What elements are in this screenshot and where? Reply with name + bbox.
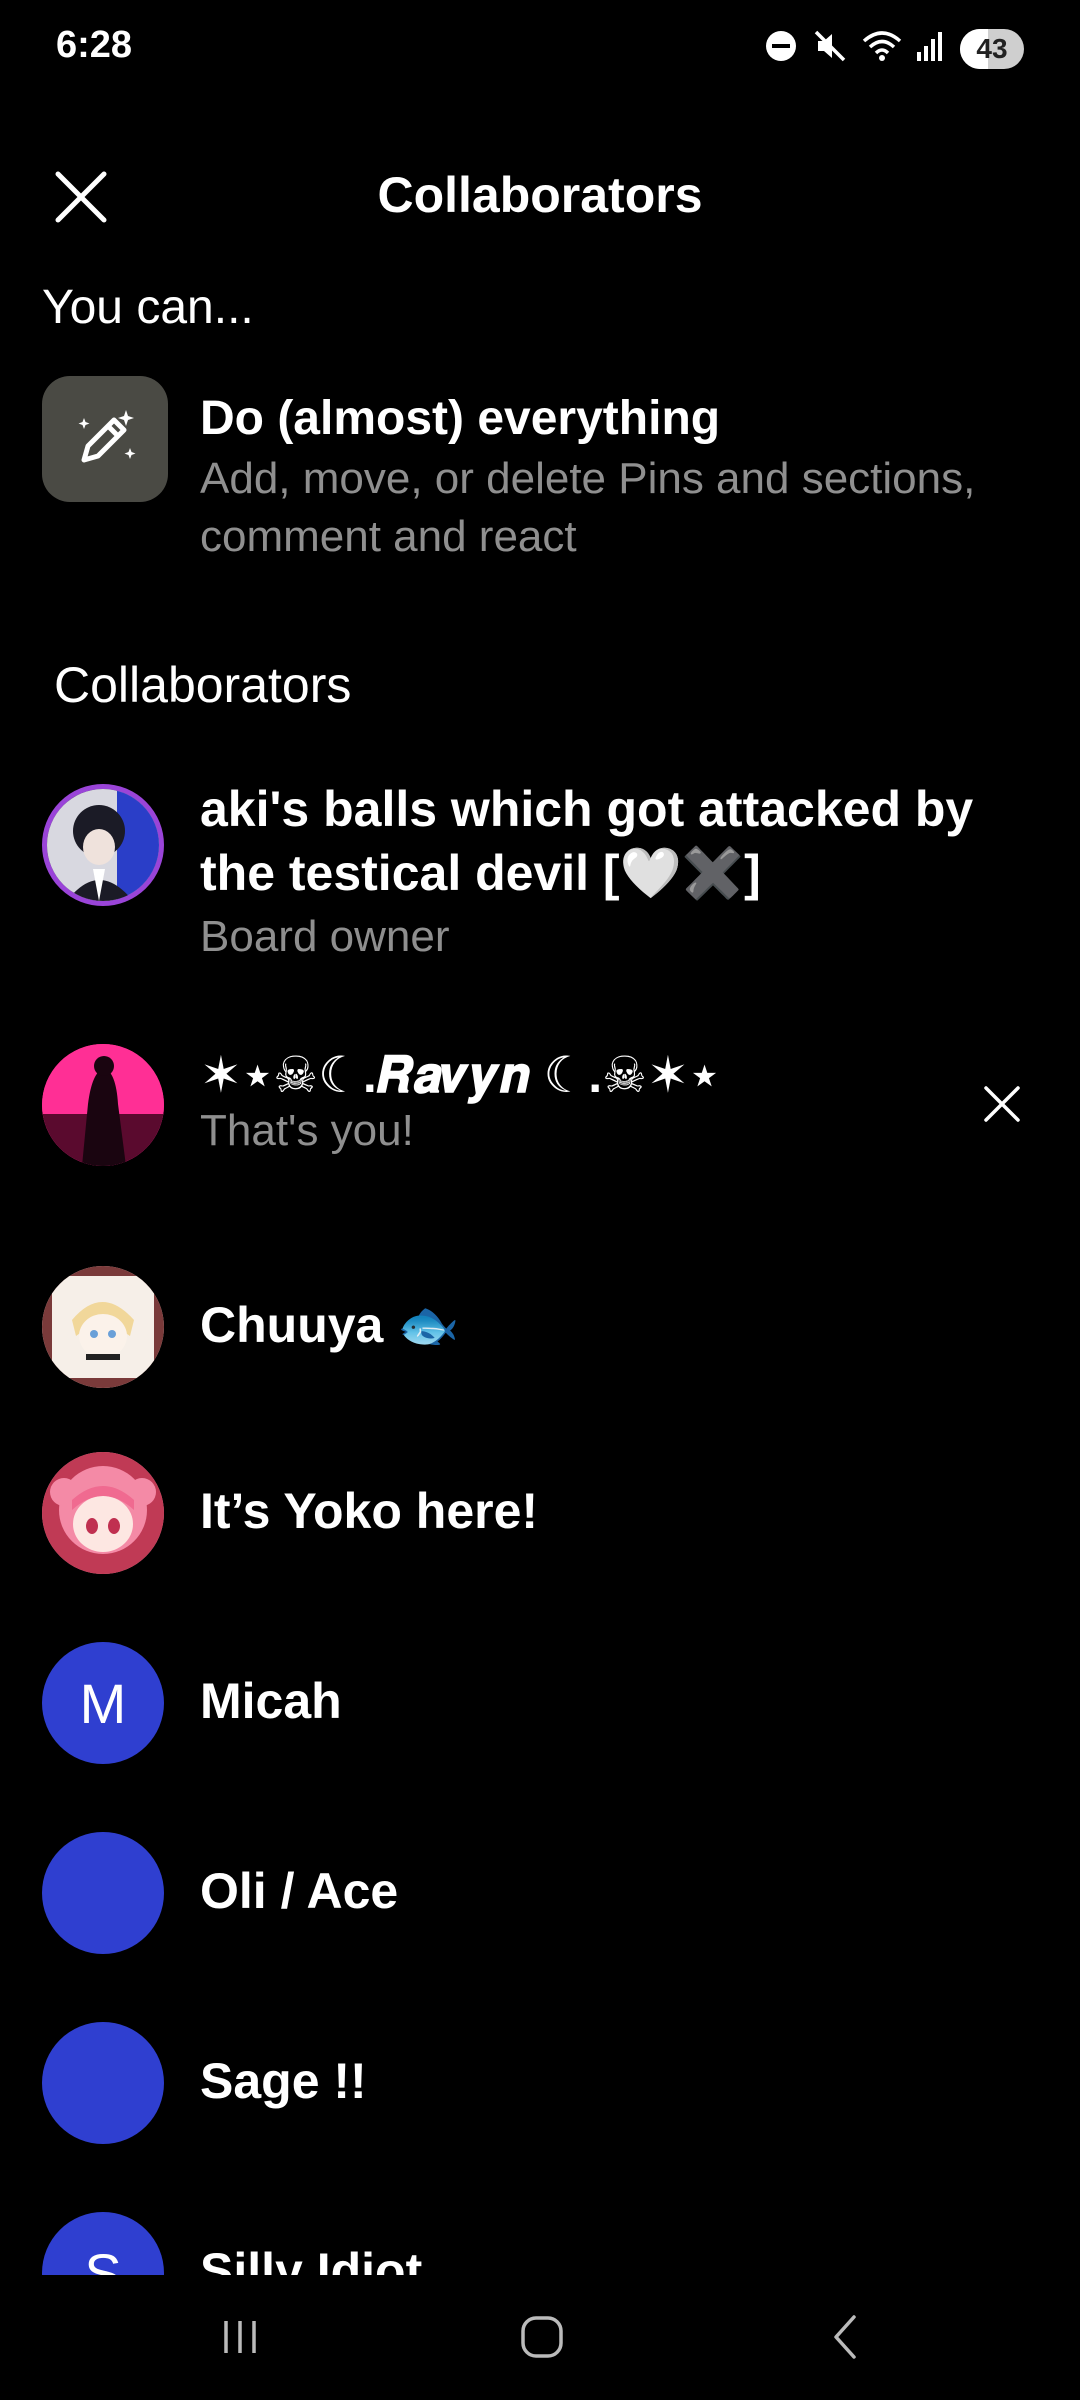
page-title: Collaborators: [377, 167, 703, 223]
avatar: M: [42, 1642, 164, 1764]
avatar: [42, 1044, 164, 1166]
back-button[interactable]: [806, 2305, 886, 2369]
collaborator-role: Board owner: [200, 912, 450, 961]
list-item[interactable]: Oli / Ace: [42, 1832, 1042, 1958]
close-icon: [984, 1086, 1020, 1122]
navigation-bar: [0, 2275, 1080, 2400]
list-item[interactable]: It’s Yoko here!: [42, 1452, 1042, 1578]
header: Collaborators: [0, 150, 1080, 240]
magic-pen-icon: [78, 410, 136, 463]
collaborator-role: That's you!: [200, 1106, 414, 1155]
collaborator-name: Sage !!: [200, 2053, 367, 2109]
collaborator-name: Micah: [200, 1673, 342, 1729]
battery-level: 43: [976, 32, 1008, 64]
remove-collaborator-button[interactable]: [974, 1076, 1030, 1132]
recent-apps-icon: [224, 2321, 256, 2353]
back-icon: [834, 2315, 856, 2359]
avatar: [42, 1452, 164, 1574]
collaborator-name: It’s Yoko here!: [200, 1483, 539, 1539]
avatar: [42, 2022, 164, 2144]
collaborators-heading: Collaborators: [54, 657, 352, 713]
dnd-icon: [764, 29, 798, 68]
list-item[interactable]: M Micah: [42, 1642, 1042, 1768]
status-time: 6:28: [56, 24, 133, 66]
list-item[interactable]: S Silly Idiot: [42, 2212, 1042, 2275]
home-icon: [521, 2316, 563, 2358]
status-icons: 43: [764, 28, 1024, 69]
collaborator-name: Oli / Ace: [200, 1863, 399, 1919]
collaborators-list[interactable]: aki's balls which got attacked by the te…: [0, 760, 1080, 2275]
signal-icon: [916, 30, 946, 67]
home-button[interactable]: [502, 2305, 582, 2369]
collaborator-name: Chuuya 🐟: [200, 1297, 460, 1353]
permission-description: Add, move, or delete Pins and sections, …: [200, 453, 976, 561]
collaborator-name: Silly Idiot: [200, 2243, 423, 2275]
mute-icon: [812, 28, 848, 69]
recent-apps-button[interactable]: [200, 2305, 280, 2369]
permission-title: Do (almost) everything: [200, 392, 721, 445]
avatar: [42, 1832, 164, 1954]
avatar: [42, 784, 164, 906]
avatar: S: [42, 2212, 164, 2275]
permission-icon-box: [42, 376, 168, 502]
battery-icon: 43: [960, 28, 1024, 69]
collaborator-name: ✶⋆☠︎☾.𝑹𝒂𝒗𝒚𝒏 ☾.☠︎✶⋆: [200, 1047, 721, 1103]
collaborator-name: aki's balls which got attacked by the te…: [200, 781, 974, 901]
list-item[interactable]: Chuuya 🐟: [42, 1266, 1042, 1392]
wifi-icon: [862, 29, 902, 68]
permission-text: Do (almost) everything Add, move, or del…: [200, 390, 1020, 566]
avatar: [42, 1266, 164, 1388]
permissions-heading: You can...: [42, 281, 254, 334]
list-item[interactable]: Sage !!: [42, 2022, 1042, 2148]
status-bar: 6:28 43: [0, 0, 1080, 100]
list-item[interactable]: aki's balls which got attacked by the te…: [42, 772, 1042, 962]
list-item[interactable]: ✶⋆☠︎☾.𝑹𝒂𝒗𝒚𝒏 ☾.☠︎✶⋆ That's you!: [42, 1040, 1042, 1170]
